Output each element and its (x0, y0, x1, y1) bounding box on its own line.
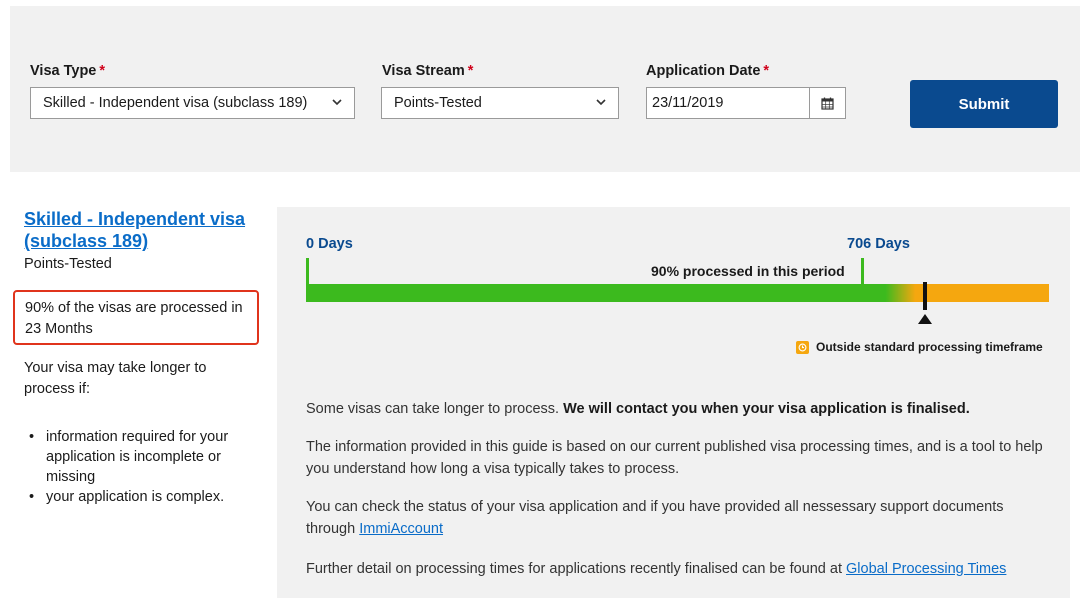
global-processing-times-link[interactable]: Global Processing Times (846, 561, 1006, 577)
application-date-value[interactable]: 23/11/2019 (647, 88, 810, 118)
application-date-field[interactable]: 23/11/2019 (646, 87, 846, 119)
immiaccount-link[interactable]: ImmiAccount (359, 521, 443, 537)
finalised-notice: We will contact you when your visa appli… (563, 401, 970, 417)
timeline-end-tick (861, 258, 864, 284)
application-position-marker (923, 282, 927, 310)
info-paragraph-2: The information provided in this guide i… (306, 439, 1043, 477)
longer-process-intro: Your visa may take longer to process if: (24, 360, 207, 397)
timeline-start-label: 0 Days (306, 236, 353, 252)
timeline-end-label: 706 Days (847, 236, 910, 252)
info-paragraph-3: You can check the status of your visa ap… (306, 499, 1004, 537)
processing-timeline-bar (306, 284, 1049, 302)
chevron-down-icon (332, 97, 342, 109)
visa-type-select[interactable]: Skilled - Independent visa (subclass 189… (30, 87, 355, 119)
list-item: information required for your applicatio… (24, 427, 256, 487)
processing-summary: 90% of the visas are processed in 23 Mon… (13, 290, 259, 345)
submit-button[interactable]: Submit (910, 80, 1058, 128)
visa-stream-value: Points-Tested (394, 95, 482, 111)
visa-type-value: Skilled - Independent visa (subclass 189… (43, 95, 308, 111)
marker-arrow-icon (918, 314, 932, 324)
visa-stream-label: Visa Stream * (382, 63, 474, 79)
visa-stream-select[interactable]: Points-Tested (381, 87, 619, 119)
visa-type-label: Visa Type * (30, 63, 106, 79)
info-paragraph-1: Some visas can take longer to process. W… (306, 401, 970, 417)
timeline-start-tick (306, 258, 309, 284)
visa-title-link[interactable]: Skilled - Independent visa (subclass 189… (24, 208, 254, 252)
application-date-label: Application Date * (646, 63, 770, 79)
delay-reasons-list: information required for your applicatio… (24, 427, 256, 507)
visa-stream-text: Points-Tested (24, 256, 112, 272)
timeline-legend: Outside standard processing timeframe (796, 340, 1043, 354)
calendar-icon[interactable] (810, 88, 845, 118)
list-item: your application is complex. (24, 487, 256, 507)
legend-label: Outside standard processing timeframe (816, 340, 1043, 354)
chevron-down-icon (596, 97, 606, 109)
timeline-caption: 90% processed in this period (651, 263, 845, 279)
clock-warning-icon (796, 340, 809, 354)
info-paragraph-4: Further detail on processing times for a… (306, 561, 1007, 577)
